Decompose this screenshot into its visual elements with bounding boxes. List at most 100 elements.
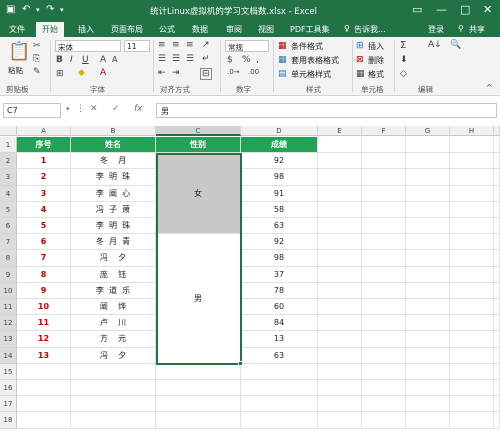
cell-d17[interactable]	[241, 396, 318, 413]
cell-i17[interactable]	[494, 396, 500, 413]
row-header-15[interactable]: 15	[0, 363, 17, 380]
cell-h4[interactable]	[450, 185, 494, 202]
cell-f7[interactable]	[362, 234, 406, 251]
row-header-1[interactable]: 1	[0, 137, 17, 154]
id-cell[interactable]: 3	[17, 185, 71, 202]
fill-color-icon[interactable]: ◆	[78, 68, 85, 78]
cell-g5[interactable]	[406, 201, 450, 218]
cell-c17[interactable]	[156, 396, 241, 413]
cell-d18[interactable]	[241, 412, 318, 429]
cell-f16[interactable]	[362, 380, 406, 397]
row-header-9[interactable]: 9	[0, 266, 17, 283]
row-header-14[interactable]: 14	[0, 347, 17, 364]
font-name-select[interactable]: 宋体	[55, 40, 121, 52]
tab-view[interactable]: 视图	[258, 24, 274, 35]
id-cell[interactable]: 7	[17, 250, 71, 267]
cell-g8[interactable]	[406, 250, 450, 267]
cell-h17[interactable]	[450, 396, 494, 413]
tab-formulas[interactable]: 公式	[159, 24, 175, 35]
score-cell[interactable]: 60	[241, 299, 318, 316]
cell-f14[interactable]	[362, 347, 406, 364]
cell-f9[interactable]	[362, 266, 406, 283]
cell-i7[interactable]	[494, 234, 500, 251]
cut-icon[interactable]: ✂	[33, 41, 41, 51]
cell-i5[interactable]	[494, 201, 500, 218]
close-icon[interactable]: ✕	[483, 3, 492, 16]
cell-f17[interactable]	[362, 396, 406, 413]
conditional-format-button[interactable]: 条件格式	[291, 41, 323, 52]
row-header-7[interactable]: 7	[0, 234, 17, 251]
cell-b15[interactable]	[71, 363, 156, 380]
row-header-10[interactable]: 10	[0, 282, 17, 299]
cell-g17[interactable]	[406, 396, 450, 413]
cell-h7[interactable]	[450, 234, 494, 251]
id-cell[interactable]: 1	[17, 153, 71, 170]
row-header-17[interactable]: 17	[0, 396, 17, 413]
cell-e13[interactable]	[318, 331, 362, 348]
cell-g1[interactable]	[406, 137, 450, 154]
cell-f1[interactable]	[362, 137, 406, 154]
cell-a15[interactable]	[17, 363, 71, 380]
cell-d15[interactable]	[241, 363, 318, 380]
cell-f5[interactable]	[362, 201, 406, 218]
score-cell[interactable]: 84	[241, 315, 318, 332]
cell-h1[interactable]	[450, 137, 494, 154]
cell-i9[interactable]	[494, 266, 500, 283]
id-cell[interactable]: 8	[17, 266, 71, 283]
cell-h3[interactable]	[450, 169, 494, 186]
cell-i2[interactable]	[494, 153, 500, 170]
fill-handle[interactable]	[238, 360, 243, 366]
column-header-a[interactable]: A	[17, 126, 71, 136]
increase-decimal-icon[interactable]: .0→	[227, 68, 240, 76]
header-cell-b[interactable]: 姓名	[71, 137, 156, 154]
score-cell[interactable]: 37	[241, 266, 318, 283]
column-header-g[interactable]: G	[406, 126, 450, 136]
select-all-corner[interactable]	[0, 126, 17, 136]
copy-icon[interactable]: ⎘	[33, 54, 40, 64]
number-format-select[interactable]: 常规	[225, 40, 269, 52]
cell-e15[interactable]	[318, 363, 362, 380]
tab-file[interactable]: 文件	[9, 24, 25, 35]
row-header-2[interactable]: 2	[0, 153, 17, 170]
increase-font-icon[interactable]: A	[100, 55, 106, 65]
row-header-3[interactable]: 3	[0, 169, 17, 186]
align-center-icon[interactable]: ☰	[172, 54, 180, 64]
cell-i12[interactable]	[494, 315, 500, 332]
align-middle-icon[interactable]: ≡	[172, 40, 180, 50]
cell-f15[interactable]	[362, 363, 406, 380]
score-cell[interactable]: 98	[241, 250, 318, 267]
name-cell[interactable]: 冯 子 萧	[71, 201, 156, 218]
id-cell[interactable]: 13	[17, 347, 71, 364]
percent-style-icon[interactable]: %	[242, 55, 251, 65]
cell-e6[interactable]	[318, 218, 362, 235]
score-cell[interactable]: 13	[241, 331, 318, 348]
score-cell[interactable]: 92	[241, 153, 318, 170]
table-format-button[interactable]: 套用表格格式	[291, 55, 339, 66]
cell-b16[interactable]	[71, 380, 156, 397]
formula-input[interactable]: 男	[156, 103, 497, 118]
tab-page-layout[interactable]: 页面布局	[111, 24, 143, 35]
name-cell[interactable]: 卢 川	[71, 315, 156, 332]
row-header-11[interactable]: 11	[0, 299, 17, 316]
cell-g4[interactable]	[406, 185, 450, 202]
decrease-indent-icon[interactable]: ⇤	[158, 68, 166, 78]
cell-g18[interactable]	[406, 412, 450, 429]
tell-me-search[interactable]: 告诉我...	[354, 24, 386, 35]
row-header-12[interactable]: 12	[0, 315, 17, 332]
cell-f10[interactable]	[362, 282, 406, 299]
format-painter-icon[interactable]: ✎	[33, 67, 41, 77]
id-cell[interactable]: 9	[17, 282, 71, 299]
cell-e2[interactable]	[318, 153, 362, 170]
cell-e10[interactable]	[318, 282, 362, 299]
score-cell[interactable]: 63	[241, 218, 318, 235]
merged-gender-male-cell[interactable]: 男	[156, 234, 241, 364]
autosum-icon[interactable]: Σ	[400, 40, 406, 51]
cell-i10[interactable]	[494, 282, 500, 299]
tab-insert[interactable]: 插入	[78, 24, 94, 35]
cell-i15[interactable]	[494, 363, 500, 380]
insert-function-icon[interactable]: fx	[134, 104, 143, 114]
cell-e3[interactable]	[318, 169, 362, 186]
ribbon-display-icon[interactable]: ▭	[412, 3, 422, 16]
cell-e11[interactable]	[318, 299, 362, 316]
undo-icon[interactable]: ↶	[22, 4, 30, 15]
